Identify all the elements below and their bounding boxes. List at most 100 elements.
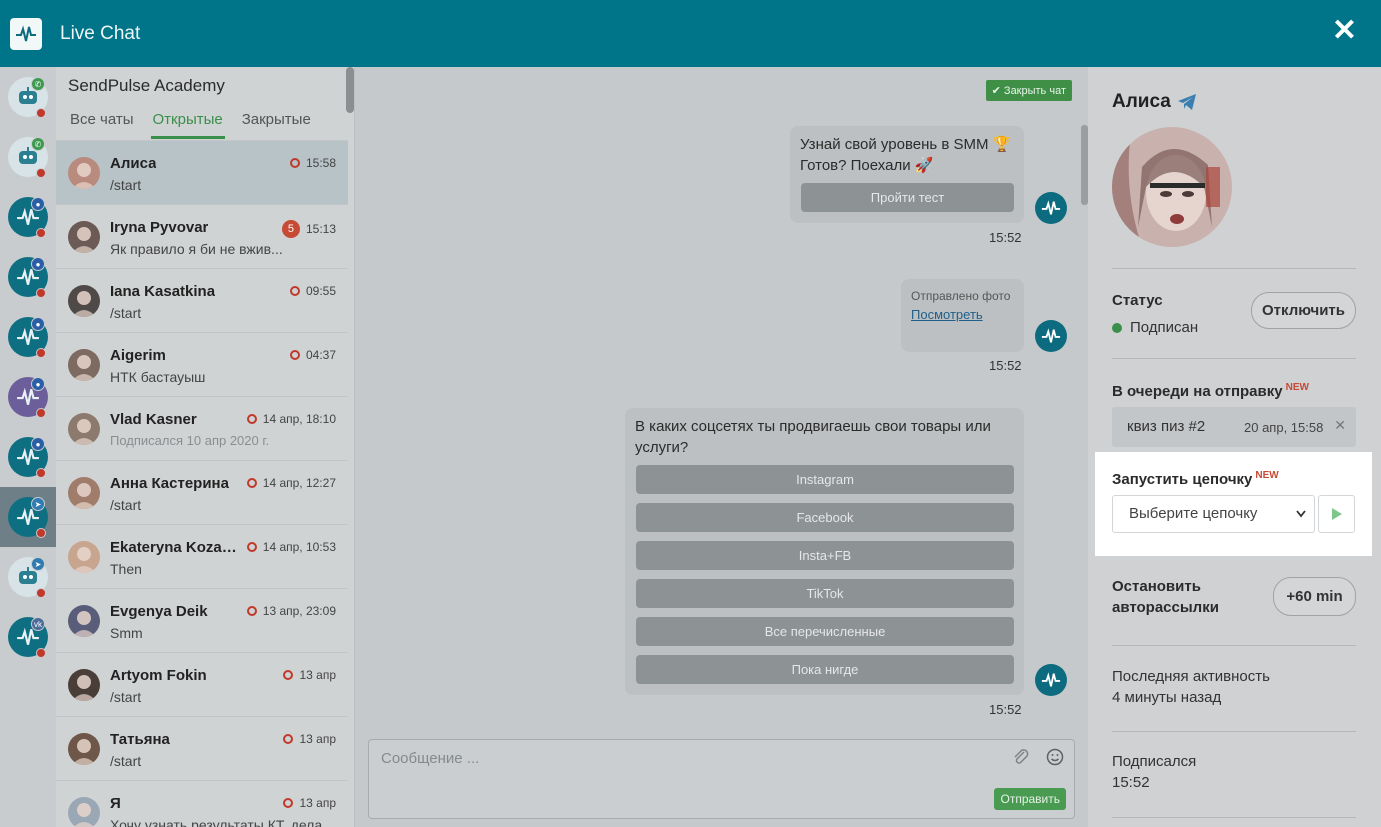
answer-option-button[interactable]: Facebook [636,503,1014,532]
chat-list-scrollbar[interactable] [346,67,354,113]
channel-rail-item[interactable]: ➤ [0,487,56,547]
chat-row[interactable]: Алиса/start 15:58 [56,140,348,204]
channel-rail-item[interactable]: vk [0,607,56,667]
conversation-scrollbar[interactable] [1081,125,1088,205]
chat-row-name: Татьяна [110,731,170,748]
channel-rail-item[interactable]: ● [0,367,56,427]
message-input[interactable]: Сообщение ... [381,750,479,767]
telegram-icon: ➤ [31,497,45,511]
photo-message-bubble: Отправлено фото Посмотреть [901,279,1024,352]
queue-item: квиз пиз #2 20 апр, 15:58 ✕ [1112,407,1356,447]
chat-row-meta: 13 апр [283,732,336,746]
stop-label-line-1: Остановить [1112,578,1201,595]
chat-row-time: 13 апр [299,668,336,682]
channel-rail-item[interactable]: ● [0,187,56,247]
chat-row[interactable]: Artyom Fokin/start 13 апр [56,652,348,716]
chat-row-name: Evgenya Deik [110,603,208,620]
tab-all-chats[interactable]: Все чаты [68,109,136,139]
avatar [68,733,100,765]
chat-row-time: 09:55 [305,284,336,298]
new-badge: NEW [1255,470,1279,481]
question-text: В каких соцсетях ты продвигаешь свои тов… [635,418,991,456]
answer-option-button[interactable]: TikTok [636,579,1014,608]
run-chain-button[interactable] [1318,495,1355,533]
chat-row-last-message: /start [110,305,142,321]
channel-rail-item[interactable]: ● [0,427,56,487]
answer-option-button[interactable]: Insta+FB [636,541,1014,570]
avatar [68,605,100,637]
chat-row[interactable]: Татьяна/start 13 апр [56,716,348,780]
message-composer[interactable]: Сообщение ... Отправить [368,739,1075,819]
remove-icon[interactable]: ✕ [1334,417,1346,434]
queue-item-time: 20 апр, 15:58 [1244,420,1324,435]
queue-item-name: квиз пиз #2 [1127,418,1206,435]
chain-select-value: Выберите цепочку [1129,505,1258,522]
chat-row-meta: 13 апр [283,796,336,810]
status-text: Подписан [1130,319,1199,336]
channel-rail-item[interactable]: ✆ [0,67,56,127]
pause-60-min-button[interactable]: +60 min [1273,577,1356,616]
chat-row-name: Алиса [110,155,157,172]
offline-dot-icon [36,288,46,298]
chat-row-meta: 13 апр, 23:09 [246,604,336,618]
messenger-icon: ● [31,317,45,331]
chat-row[interactable]: Ekateryna Kozach... Then 14 апр, 10:53 [56,524,348,588]
chat-row-meta: 14 апр, 18:10 [246,412,336,426]
message-time: 15:52 [989,230,1022,245]
last-activity-label: Последняя активность [1112,668,1270,685]
channel-rail-item[interactable]: ✆ [0,127,56,187]
answer-option-button[interactable]: Все перечисленные [636,617,1014,646]
chat-row-last-message: Then [110,561,142,577]
answer-option-button[interactable]: Пока нигде [636,655,1014,684]
channel-rail-item[interactable]: ● [0,247,56,307]
chat-row[interactable]: Я Хочу узнать результаты КТ, дела... 13 ап… [56,780,348,827]
chat-row-last-message: Як правило я би не вжив... [110,241,283,257]
view-photo-link[interactable]: Посмотреть [911,307,983,322]
chat-row[interactable]: Iryna Pyvovar Як правило я би не вжив... 5… [56,204,348,268]
tab-open[interactable]: Открытые [150,109,225,139]
pending-ring-icon [246,414,257,424]
pending-ring-icon [246,542,257,552]
channel-rail-item[interactable]: ● [0,307,56,367]
chat-row[interactable]: Анна Кастерина/start 14 апр, 12:27 [56,460,348,524]
question-message-bubble: В каких соцсетях ты продвигаешь свои тов… [625,408,1024,695]
offline-dot-icon [36,168,46,178]
chat-row[interactable]: Iana Kasatkina/start 09:55 [56,268,348,332]
chat-row-name: Iryna Pyvovar [110,219,209,236]
vk-icon: vk [31,617,45,631]
divider [1112,645,1356,646]
chain-select[interactable]: Выберите цепочку [1112,495,1315,533]
chat-row-last-message: /start [110,689,142,705]
chat-row[interactable]: Evgenya Deik Smm 13 апр, 23:09 [56,588,348,652]
attach-icon[interactable] [1012,748,1030,771]
unsubscribe-button[interactable]: Отключить [1251,292,1356,329]
pending-ring-icon [246,478,257,488]
quiz-start-button[interactable]: Пройти тест [801,183,1014,212]
chat-row-meta: 14 апр, 10:53 [246,540,336,554]
close-chat-button[interactable]: ✔ Закрыть чат [985,80,1072,101]
telegram-icon [1177,94,1196,110]
contact-avatar [1112,127,1232,247]
chat-row-meta: 13 апр [283,668,336,682]
chat-row-last-message: НТК бастауыш [110,369,206,385]
chat-row-name: Я [110,795,121,812]
messenger-icon: ● [31,197,45,211]
contact-profile-panel: Алиса Статус Подписан Отключить В очеред… [1088,67,1381,827]
chat-row[interactable]: Vlad Kasner Подписался 10 апр 2020 г. 14 а… [56,396,348,460]
close-icon[interactable]: ✕ [1332,14,1357,48]
offline-dot-icon [36,588,46,598]
emoji-icon[interactable] [1046,748,1064,771]
close-chat-label: Закрыть чат [1003,85,1066,97]
answer-option-button[interactable]: Instagram [636,465,1014,494]
send-button[interactable]: Отправить [994,788,1066,810]
chat-row[interactable]: Aigerim НТК бастауыш 04:37 [56,332,348,396]
chat-list-panel: SendPulse Academy Все чаты Открытые Закр… [56,67,355,827]
channel-rail: ✆ ✆ ● ● ● ● ● ➤ ➤ vk [0,67,56,827]
pending-ring-icon [289,286,300,296]
chat-row-time: 04:37 [305,348,336,362]
tab-closed[interactable]: Закрытые [240,109,313,139]
chat-row-name: Vlad Kasner [110,411,197,428]
chat-row-time: 13 апр [299,732,336,746]
start-chain-label: Запустить цепочку NEW [1112,470,1279,488]
channel-rail-item[interactable]: ➤ [0,547,56,607]
